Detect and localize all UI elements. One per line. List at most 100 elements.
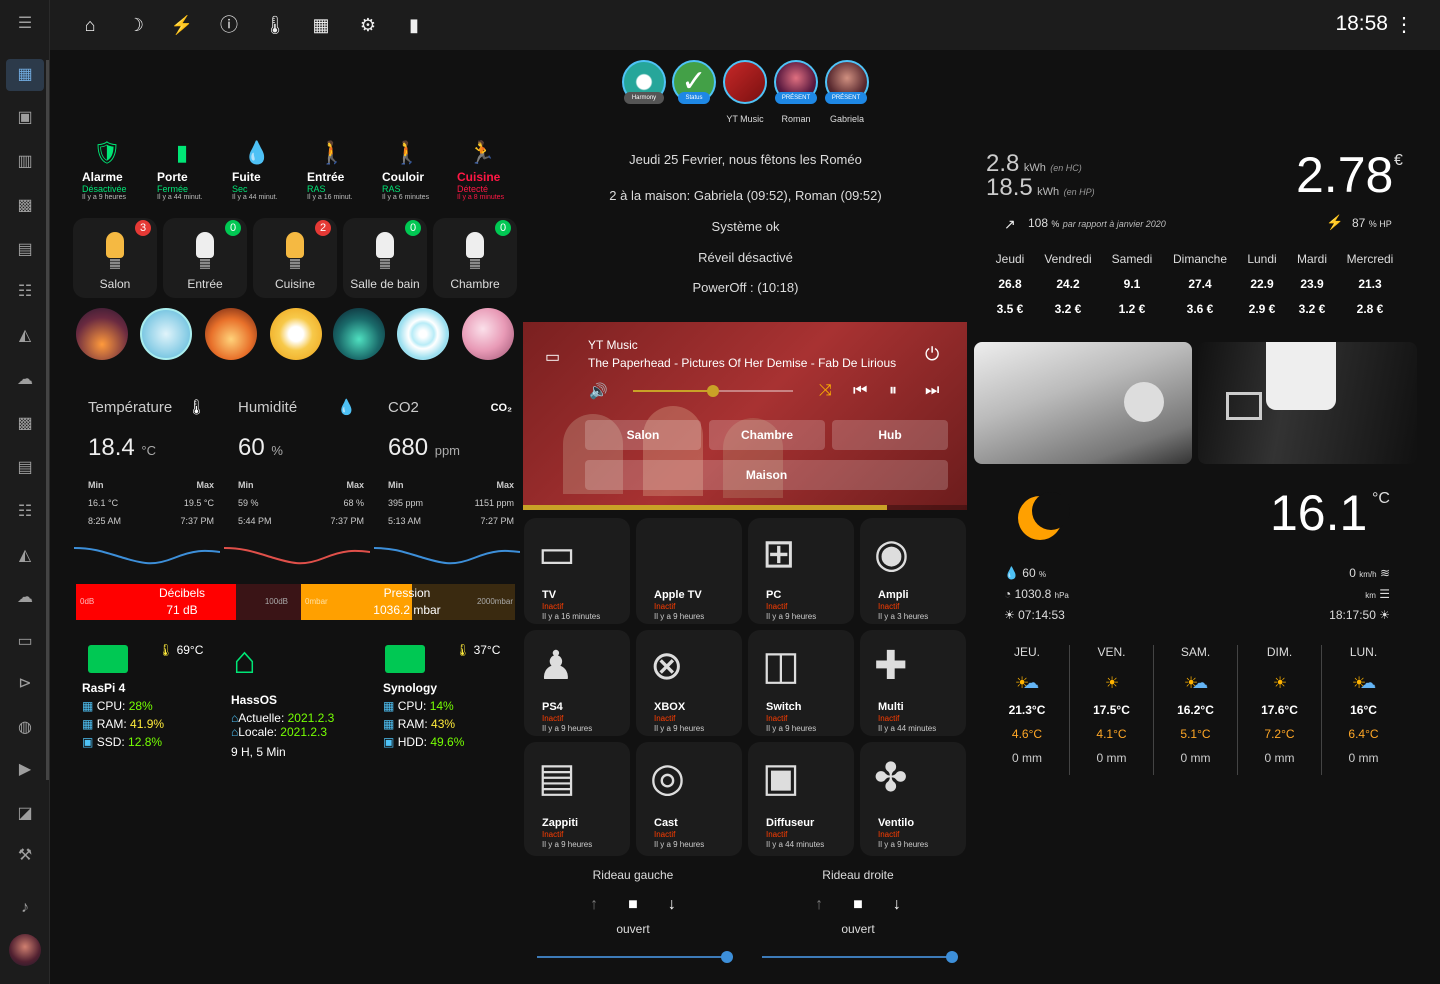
light-badge: 2 bbox=[315, 220, 331, 236]
room-maison-button[interactable]: Maison bbox=[585, 460, 948, 490]
docker-icon-2[interactable]: ◭ bbox=[13, 544, 37, 568]
store-icon[interactable]: ▤ bbox=[13, 238, 37, 262]
device-state: Inactif bbox=[542, 830, 564, 839]
chip-icon-2[interactable]: ▩ bbox=[13, 412, 37, 436]
light-card[interactable]: Salle de bain 0 bbox=[343, 218, 427, 298]
device-xbox[interactable]: ⊗ XBOX Inactif Il y a 9 heures bbox=[636, 630, 742, 736]
terminal-icon[interactable]: ▭ bbox=[13, 630, 37, 654]
shuffle-icon[interactable]: ⤨ bbox=[819, 382, 832, 400]
device-ps4[interactable]: ♟ PS4 Inactif Il y a 9 heures bbox=[524, 630, 630, 736]
sensor-1[interactable]: ▮ Porte Fermée Il y a 44 minut. bbox=[157, 140, 227, 201]
previous-icon[interactable]: ⏮ bbox=[853, 382, 867, 400]
room-chambre-button[interactable]: Chambre bbox=[709, 420, 825, 450]
forecast-high: 16.2°C bbox=[1177, 703, 1214, 717]
flashlight-icon[interactable]: ▮ bbox=[402, 13, 426, 37]
climate-card[interactable]: Humidité 💧 60 % Min Max 59 % 68 % 5:44 PM 7:37 P… bbox=[224, 382, 372, 568]
info-icon[interactable]: ⓘ bbox=[217, 13, 241, 37]
pause-icon[interactable]: ⏸ bbox=[889, 382, 897, 400]
user-avatar[interactable] bbox=[9, 934, 41, 966]
scene-blossom[interactable] bbox=[462, 308, 514, 360]
slider-knob[interactable] bbox=[721, 951, 733, 963]
sensor-2[interactable]: 💧 Fuite Sec Il y a 44 minut. bbox=[232, 140, 302, 201]
hammer-icon[interactable]: ⚒ bbox=[13, 844, 37, 868]
compass-icon[interactable]: ◍ bbox=[13, 716, 37, 740]
day-cost: 3.6 € bbox=[1186, 302, 1214, 316]
vscode-icon[interactable]: ⊳ bbox=[13, 672, 37, 696]
light-card[interactable]: Cuisine 2 bbox=[253, 218, 337, 298]
ytmusic-avatar[interactable] bbox=[723, 60, 767, 104]
home-icon[interactable]: ⌂ bbox=[78, 13, 102, 37]
bell-icon[interactable]: ♪ bbox=[13, 896, 37, 920]
next-icon[interactable]: ⏭ bbox=[925, 382, 939, 400]
device-switch[interactable]: ◫ Switch Inactif Il y a 9 heures bbox=[748, 630, 854, 736]
device-tv[interactable]: ▭ TV Inactif Il y a 16 minutes bbox=[524, 518, 630, 624]
cloud-icon-2[interactable]: ☁ bbox=[13, 586, 37, 610]
device-diffuseur[interactable]: ▣ Diffuseur Inactif Il y a 44 minutes bbox=[748, 742, 854, 856]
slider-knob[interactable] bbox=[946, 951, 958, 963]
sensor-0[interactable]: 🛡 Alarme Désactivée Il y a 9 heures bbox=[82, 140, 152, 201]
device-multi[interactable]: ✚ Multi Inactif Il y a 44 minutes bbox=[860, 630, 966, 736]
device-apple-tv[interactable]: Apple TV Inactif Il y a 9 heures bbox=[636, 518, 742, 624]
device-pc[interactable]: ⊞ PC Inactif Il y a 9 heures bbox=[748, 518, 854, 624]
arrow-up-icon[interactable]: ↑ bbox=[815, 896, 853, 913]
sensor-3[interactable]: 🚶 Entrée RAS Il y a 16 minut. bbox=[307, 140, 377, 201]
flash-icon[interactable]: ⚡ bbox=[170, 13, 194, 37]
power-icon[interactable]: ⏻ bbox=[925, 344, 939, 365]
cast-icon[interactable]: ▭ bbox=[545, 347, 560, 367]
log-icon-2[interactable]: ☷ bbox=[13, 500, 37, 524]
camera-room[interactable] bbox=[1198, 342, 1417, 464]
floorplan-icon[interactable]: ▦ bbox=[309, 13, 333, 37]
scene-sunset[interactable] bbox=[205, 308, 257, 360]
settings-icon[interactable]: ⚙ bbox=[356, 13, 380, 37]
room-hub-button[interactable]: Hub bbox=[832, 420, 948, 450]
device-cast[interactable]: ◎ Cast Inactif Il y a 9 heures bbox=[636, 742, 742, 856]
camera-living[interactable] bbox=[974, 342, 1192, 464]
scene-ripple[interactable] bbox=[397, 308, 449, 360]
volume-icon[interactable]: 🔊 bbox=[589, 382, 608, 400]
kebab-menu-icon[interactable]: ⋮ bbox=[1394, 12, 1414, 37]
scene-sunset-palm[interactable] bbox=[76, 308, 128, 360]
curtain-slider[interactable] bbox=[537, 951, 733, 963]
device-zappiti[interactable]: ▤ Zappiti Inactif Il y a 9 heures bbox=[524, 742, 630, 856]
menu-icon[interactable]: ☰ bbox=[13, 12, 37, 36]
scene-aurora[interactable] bbox=[333, 308, 385, 360]
scene-gauge[interactable] bbox=[140, 308, 192, 360]
docker-icon[interactable]: ◭ bbox=[13, 324, 37, 348]
sensor-5[interactable]: 🏃 Cuisine Détecté Il y a 8 minutes bbox=[457, 140, 527, 201]
cctv-icon[interactable]: ◪ bbox=[13, 802, 37, 826]
thermometer-icon[interactable]: 🌡 bbox=[263, 13, 287, 37]
media-icon[interactable]: ▶ bbox=[13, 758, 37, 782]
device-ventilo[interactable]: ✤ Ventilo Inactif Il y a 9 heures bbox=[860, 742, 966, 856]
arrow-down-icon[interactable]: ↓ bbox=[893, 896, 931, 913]
sidebar-scrollbar[interactable] bbox=[46, 60, 49, 780]
volume-slider[interactable] bbox=[633, 385, 793, 397]
arrow-up-icon[interactable]: ↑ bbox=[590, 896, 628, 913]
scene-yinyang[interactable] bbox=[270, 308, 322, 360]
sensor-4[interactable]: 🚶 Couloir RAS Il y a 6 minutes bbox=[382, 140, 452, 201]
weather-night-icon[interactable]: ☽ bbox=[124, 13, 148, 37]
light-card[interactable]: Entrée 0 bbox=[163, 218, 247, 298]
progress-bar[interactable] bbox=[523, 505, 967, 510]
climate-card[interactable]: Température 🌡 18.4 °C Min Max 16.1 °C 19.5 °C 8… bbox=[74, 382, 222, 568]
climate-card[interactable]: CO2 CO₂ 680 ppm Min Max 395 ppm 1151 ppm 5:13 A… bbox=[374, 382, 522, 568]
hassos-uptime: 9 H, 5 Min bbox=[231, 745, 286, 759]
device-ampli[interactable]: ◉ Ampli Inactif Il y a 3 heures bbox=[860, 518, 966, 624]
dashboard-icon[interactable]: ▦ bbox=[6, 59, 44, 91]
stop-icon[interactable]: ■ bbox=[853, 896, 893, 913]
forecast-day-name: VEN. bbox=[1097, 645, 1126, 659]
light-card[interactable]: Salon 3 bbox=[73, 218, 157, 298]
cloud-icon[interactable]: ☁ bbox=[13, 368, 37, 392]
chart-icon[interactable]: ▥ bbox=[13, 150, 37, 174]
log-icon[interactable]: ☷ bbox=[13, 280, 37, 304]
history-sparkline bbox=[374, 547, 520, 565]
forecast-low: 7.2°C bbox=[1264, 727, 1295, 741]
stop-icon[interactable]: ■ bbox=[628, 896, 668, 913]
arrow-down-icon[interactable]: ↓ bbox=[668, 896, 706, 913]
store-icon-2[interactable]: ▤ bbox=[13, 456, 37, 480]
person-card-icon[interactable]: ▣ bbox=[13, 106, 37, 130]
curtain-slider[interactable] bbox=[762, 951, 958, 963]
room-salon-button[interactable]: Salon bbox=[585, 420, 701, 450]
chip-icon[interactable]: ▩ bbox=[13, 194, 37, 218]
device-state: Inactif bbox=[766, 602, 788, 611]
light-card[interactable]: Chambre 0 bbox=[433, 218, 517, 298]
